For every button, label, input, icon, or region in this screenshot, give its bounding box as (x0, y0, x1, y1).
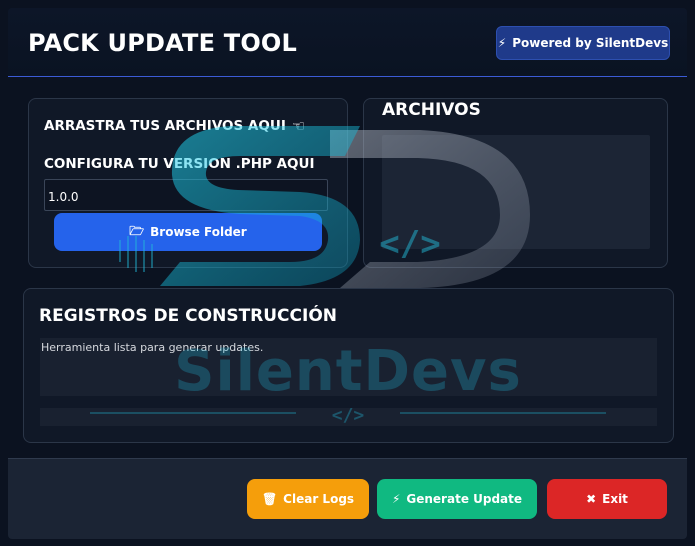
version-input[interactable] (44, 179, 328, 211)
folder-open-icon: 🗁 (129, 223, 145, 238)
version-config-label: CONFIGURA TU VERSION .PHP AQUI (44, 156, 315, 172)
drag-files-label: ARRASTRA TUS ARCHIVOS AQUI ☜ (44, 117, 305, 135)
browse-folder-label: Browse Folder (150, 225, 247, 239)
powered-by-badge[interactable]: ⚡ Powered by SilentDevs (496, 26, 670, 60)
pointing-hand-icon: ☜ (291, 117, 306, 135)
drag-files-text: ARRASTRA TUS ARCHIVOS AQUI (44, 118, 286, 134)
generate-update-button[interactable]: ⚡ Generate Update (377, 479, 537, 519)
bolt-icon: ⚡ (497, 36, 507, 50)
files-title: ARCHIVOS (382, 100, 481, 120)
action-footer: 🗑 Clear Logs ⚡ Generate Update ✖ Exit (8, 458, 687, 539)
files-panel: ARCHIVOS (363, 98, 668, 268)
clear-logs-label: Clear Logs (283, 492, 355, 506)
app-header: PACK UPDATE TOOL ⚡ Powered by SilentDevs (8, 8, 687, 77)
build-logs-panel: REGISTROS DE CONSTRUCCIÓN Herramienta li… (23, 288, 674, 443)
logs-title: REGISTROS DE CONSTRUCCIÓN (39, 306, 338, 326)
browse-folder-button[interactable]: 🗁 Browse Folder (54, 213, 322, 251)
exit-button[interactable]: ✖ Exit (547, 479, 667, 519)
trash-icon: 🗑 (261, 492, 278, 506)
file-list[interactable] (382, 135, 650, 249)
exit-label: Exit (602, 492, 628, 506)
bolt-icon: ⚡ (391, 492, 401, 506)
generate-update-label: Generate Update (406, 492, 523, 506)
drop-zone-panel[interactable]: ARRASTRA TUS ARCHIVOS AQUI ☜ CONFIGURA T… (28, 98, 348, 268)
app-title: PACK UPDATE TOOL (28, 29, 298, 57)
powered-by-label: Powered by SilentDevs (512, 36, 669, 50)
logs-message: Herramienta lista para generar updates. (41, 341, 264, 354)
close-x-icon: ✖ (586, 492, 597, 506)
clear-logs-button[interactable]: 🗑 Clear Logs (247, 479, 369, 519)
